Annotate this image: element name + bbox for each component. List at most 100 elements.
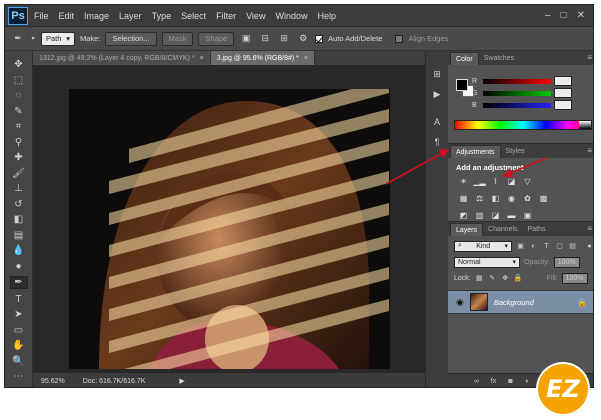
crop-tool-icon[interactable]: ⌗ bbox=[10, 121, 28, 132]
blue-slider[interactable] bbox=[483, 102, 551, 108]
eraser-tool-icon[interactable]: ◧ bbox=[10, 214, 28, 225]
foreground-color-swatch[interactable] bbox=[456, 79, 468, 91]
channel-mixer-icon[interactable]: ✿ bbox=[522, 193, 533, 204]
brush-tool-icon[interactable]: 🖌 bbox=[10, 168, 28, 179]
history-panel-icon[interactable]: ⊞ bbox=[430, 67, 444, 81]
menu-help[interactable]: Help bbox=[317, 11, 336, 21]
more-tools-icon[interactable]: ⋯ bbox=[10, 371, 28, 382]
layer-background-row[interactable]: ◉ Background 🔒 bbox=[448, 290, 593, 314]
menu-filter[interactable]: Filter bbox=[216, 11, 236, 21]
canvas-area[interactable] bbox=[33, 65, 425, 373]
pen-tool-icon[interactable]: ✒ bbox=[9, 276, 28, 289]
hand-tool-icon[interactable]: ✋ bbox=[10, 340, 28, 351]
red-value-field[interactable] bbox=[554, 76, 572, 86]
tab-color[interactable]: Color bbox=[450, 52, 479, 65]
smart-object-filter-icon[interactable]: ▤ bbox=[568, 242, 577, 251]
path-operations-icon[interactable]: ▣ bbox=[239, 32, 253, 46]
panel-menu-icon[interactable]: ≡ bbox=[587, 146, 592, 155]
menu-select[interactable]: Select bbox=[181, 11, 206, 21]
tab-styles[interactable]: Styles bbox=[501, 145, 530, 158]
menu-type[interactable]: Type bbox=[152, 11, 172, 21]
tab-3-jpg[interactable]: 3.jpg @ 95.6% (RGB/8#) * × bbox=[210, 51, 315, 65]
color-lookup-icon[interactable]: ▩ bbox=[538, 193, 549, 204]
lock-all-icon[interactable]: 🔒 bbox=[514, 274, 523, 283]
shape-button[interactable]: Shape bbox=[198, 31, 235, 46]
red-slider[interactable] bbox=[483, 78, 551, 84]
threshold-icon[interactable]: ◪ bbox=[490, 210, 501, 221]
mode-select[interactable]: Path ▾ bbox=[41, 31, 75, 46]
tab-adjustments[interactable]: Adjustments bbox=[450, 145, 501, 158]
gear-icon[interactable]: ⚙ bbox=[296, 32, 310, 46]
minimize-button[interactable]: – bbox=[545, 10, 551, 21]
panel-menu-icon[interactable]: ≡ bbox=[587, 53, 592, 62]
lock-transparent-icon[interactable]: ▦ bbox=[475, 274, 484, 283]
paragraph-panel-icon[interactable]: ¶ bbox=[430, 135, 444, 149]
move-tool-icon[interactable]: ✥ bbox=[10, 59, 28, 70]
tab-layers[interactable]: Layers bbox=[450, 223, 484, 236]
quick-select-tool-icon[interactable]: ✎ bbox=[10, 106, 28, 117]
close-button[interactable]: ✕ bbox=[577, 10, 585, 21]
menu-layer[interactable]: Layer bbox=[119, 11, 142, 21]
healing-brush-tool-icon[interactable]: ✚ bbox=[10, 152, 28, 163]
character-panel-icon[interactable]: A bbox=[430, 115, 444, 129]
close-icon[interactable]: × bbox=[304, 55, 308, 62]
shape-filter-icon[interactable]: ▢ bbox=[555, 242, 564, 251]
dodge-tool-icon[interactable]: ● bbox=[10, 261, 28, 272]
play-arrow-icon[interactable]: ▶ bbox=[179, 377, 184, 385]
lock-pixels-icon[interactable]: ✎ bbox=[488, 274, 497, 283]
adjustment-filter-icon[interactable]: ◐ bbox=[529, 242, 538, 251]
align-edges-checkbox[interactable] bbox=[395, 34, 404, 43]
vibrance-icon[interactable]: ▽ bbox=[522, 176, 533, 187]
tab-swatches[interactable]: Swatches bbox=[479, 52, 519, 65]
lock-position-icon[interactable]: ✥ bbox=[501, 274, 510, 283]
new-adjustment-layer-icon[interactable]: ◐ bbox=[523, 377, 532, 386]
zoom-level[interactable]: 95.62% bbox=[41, 378, 65, 385]
maximize-button[interactable]: □ bbox=[561, 10, 567, 21]
clone-stamp-tool-icon[interactable]: ⊥ bbox=[10, 183, 28, 194]
blue-value-field[interactable] bbox=[554, 100, 572, 110]
curves-icon[interactable]: ⌇ bbox=[490, 176, 501, 187]
menu-view[interactable]: View bbox=[246, 11, 265, 21]
invert-icon[interactable]: ◩ bbox=[458, 210, 469, 221]
pixel-filter-icon[interactable]: ▣ bbox=[516, 242, 525, 251]
pen-tool-preset-icon[interactable]: ✒ bbox=[11, 32, 25, 46]
selective-color-icon[interactable]: ▣ bbox=[522, 210, 533, 221]
hue-sat-icon[interactable]: ▦ bbox=[458, 193, 469, 204]
menu-file[interactable]: File bbox=[34, 11, 49, 21]
color-spectrum[interactable] bbox=[454, 120, 592, 130]
history-brush-tool-icon[interactable]: ↺ bbox=[10, 199, 28, 210]
path-selection-tool-icon[interactable]: ➤ bbox=[10, 309, 28, 320]
green-slider[interactable] bbox=[483, 90, 551, 96]
path-alignment-icon[interactable]: ⊟ bbox=[258, 32, 272, 46]
exposure-icon[interactable]: ◪ bbox=[506, 176, 517, 187]
document-image[interactable] bbox=[69, 89, 390, 369]
type-filter-icon[interactable]: T bbox=[542, 242, 551, 251]
photo-filter-icon[interactable]: ◉ bbox=[506, 193, 517, 204]
posterize-icon[interactable]: ▥ bbox=[474, 210, 485, 221]
link-layers-icon[interactable]: ∞ bbox=[472, 377, 481, 386]
tab-channels[interactable]: Channels bbox=[483, 223, 523, 236]
bw-icon[interactable]: ◧ bbox=[490, 193, 501, 204]
mask-button[interactable]: Mask bbox=[161, 31, 194, 46]
menu-window[interactable]: Window bbox=[275, 11, 307, 21]
shape-tool-icon[interactable]: ▭ bbox=[10, 325, 28, 336]
green-value-field[interactable] bbox=[554, 88, 572, 98]
selection-button[interactable]: Selection... bbox=[105, 31, 157, 46]
marquee-tool-icon[interactable]: ⬚ bbox=[10, 75, 28, 86]
blur-tool-icon[interactable]: 💧 bbox=[10, 245, 28, 256]
menu-image[interactable]: Image bbox=[84, 11, 109, 21]
layer-style-icon[interactable]: fx bbox=[489, 377, 498, 386]
lasso-tool-icon[interactable]: ◌ bbox=[10, 90, 28, 101]
path-arrangement-icon[interactable]: ⊞ bbox=[277, 32, 291, 46]
levels-icon[interactable]: ▁▂ bbox=[473, 176, 485, 187]
blend-mode-select[interactable]: Normal ▾ bbox=[454, 256, 520, 268]
fill-field[interactable]: 100% bbox=[561, 272, 588, 284]
tab-1312-jpg[interactable]: 1312.jpg @ 49.2% (Layer 4 copy, RGB/8/CM… bbox=[33, 51, 211, 65]
add-mask-icon[interactable]: ◙ bbox=[506, 377, 515, 386]
color-balance-icon[interactable]: ⚖ bbox=[474, 193, 485, 204]
close-icon[interactable]: × bbox=[200, 55, 204, 62]
chevron-down-icon[interactable]: ▾ bbox=[30, 32, 36, 46]
kind-filter-select[interactable]: ⌕ Kind ▾ bbox=[454, 240, 512, 252]
menu-edit[interactable]: Edit bbox=[59, 11, 75, 21]
filter-toggle-icon[interactable]: ● bbox=[585, 242, 593, 251]
